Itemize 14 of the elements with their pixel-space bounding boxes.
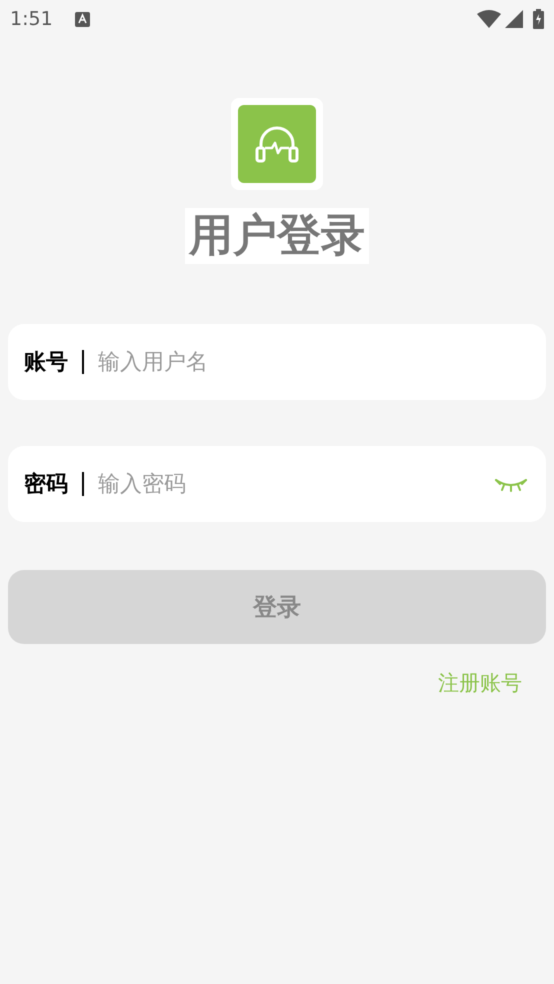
field-label: 账号 [24, 348, 68, 376]
username-field[interactable]: 账号 输入用户名 [8, 324, 546, 400]
page-title: 用户登录 [185, 208, 369, 264]
username-input[interactable]: 输入用户名 [98, 346, 528, 378]
battery-icon [533, 9, 544, 29]
password-field[interactable]: 密码 输入密码 [8, 446, 546, 522]
field-label: 密码 [24, 470, 68, 498]
wifi-icon [477, 10, 501, 28]
password-input[interactable]: 输入密码 [98, 468, 494, 500]
signal-icon [505, 10, 523, 28]
closed-eye-icon[interactable] [494, 476, 528, 492]
headphones-icon [254, 124, 300, 164]
status-time: 1:51 [10, 6, 53, 32]
keyboard-icon [74, 12, 90, 26]
